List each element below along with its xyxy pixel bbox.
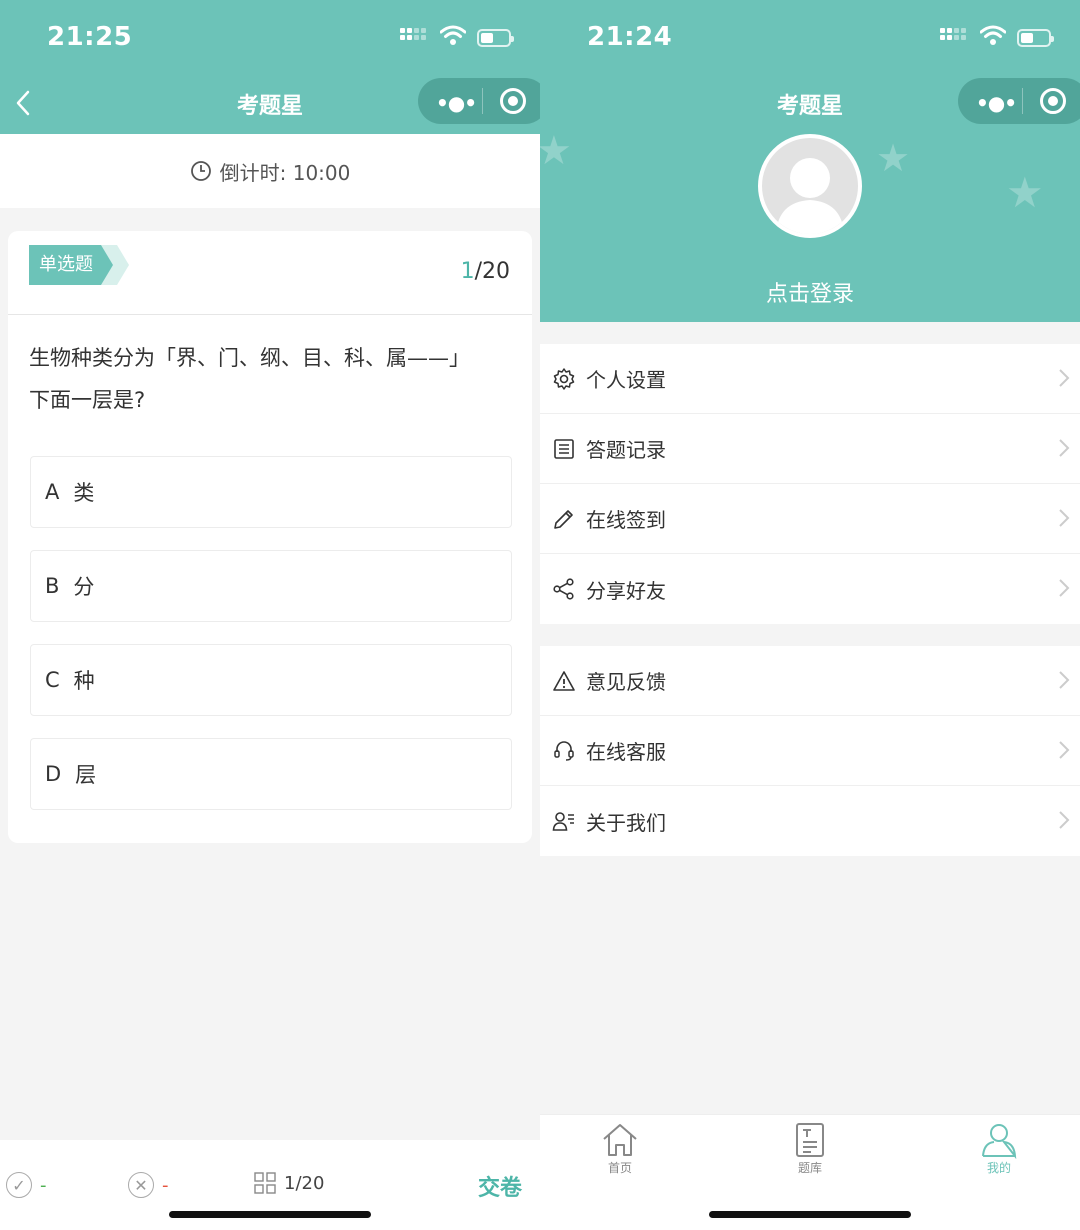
option-d[interactable]: D层 <box>30 738 512 810</box>
avatar-placeholder-icon <box>776 158 844 234</box>
profile-screen: 21:24 考题星 •●• ★ ★ ★ 点击登录 个人设置 答题记录 在线签到 … <box>540 0 1080 1230</box>
share-icon <box>553 578 574 600</box>
home-icon <box>603 1124 637 1156</box>
home-indicator <box>169 1211 371 1218</box>
wifi-icon <box>980 25 1006 45</box>
option-b[interactable]: B分 <box>30 550 512 622</box>
pencil-icon <box>554 509 573 529</box>
question-type-badge: 单选题 <box>29 245 113 285</box>
option-c[interactable]: C种 <box>30 644 512 716</box>
document-icon <box>796 1123 824 1157</box>
chevron-right-icon <box>1059 369 1070 387</box>
star-decoration-icon: ★ <box>1006 168 1044 217</box>
status-bar: 21:25 <box>0 0 540 78</box>
mini-program-capsule: •●• <box>958 78 1080 124</box>
battery-icon <box>1017 29 1054 47</box>
question-header: 单选题 1/20 <box>8 231 532 315</box>
nav-bar: 考题星 •●• <box>0 78 540 134</box>
check-circle-icon: ✓ <box>6 1172 32 1198</box>
nav-bar: 考题星 •●• <box>540 78 1080 134</box>
grid-icon <box>254 1172 276 1194</box>
menu-item-settings[interactable]: 个人设置 <box>540 344 1080 414</box>
menu-item-feedback[interactable]: 意见反馈 <box>540 646 1080 716</box>
user-info-icon <box>552 812 574 831</box>
question-text: 生物种类分为「界、门、纲、目、科、属——」下面一层是? <box>29 346 470 412</box>
close-target-icon[interactable] <box>1040 88 1066 114</box>
cellular-icon <box>940 28 966 40</box>
list-icon <box>554 438 574 459</box>
home-indicator <box>709 1211 911 1218</box>
battery-icon <box>477 29 514 47</box>
status-time: 21:25 <box>47 22 133 52</box>
submit-button[interactable]: 交卷 <box>478 1170 522 1202</box>
menu-group-2: 意见反馈 在线客服 关于我们 <box>540 646 1080 856</box>
countdown-bar: 倒计时: 10:00 <box>0 134 540 208</box>
chevron-right-icon <box>1059 671 1070 689</box>
status-bar: 21:24 <box>540 0 1080 78</box>
login-link[interactable]: 点击登录 <box>540 276 1080 308</box>
menu-item-share[interactable]: 分享好友 <box>540 554 1080 624</box>
exam-screen: 21:25 考题星 •●• 倒计时: 10:00 单选题 1/20 生物种类分为… <box>0 0 540 1230</box>
star-decoration-icon: ★ <box>876 136 911 180</box>
wrong-count: ✕ - <box>128 1172 169 1198</box>
correct-count: ✓ - <box>6 1172 47 1198</box>
tab-home[interactable]: 首页 <box>590 1121 650 1176</box>
more-icon[interactable]: •●• <box>436 91 477 115</box>
clock-icon <box>190 161 211 181</box>
answer-sheet-button[interactable]: 1/20 <box>254 1172 324 1194</box>
chevron-right-icon <box>1059 579 1070 597</box>
avatar[interactable] <box>758 134 862 238</box>
option-a[interactable]: A类 <box>30 456 512 528</box>
warning-icon <box>553 670 575 691</box>
star-decoration-icon: ★ <box>540 128 572 174</box>
x-circle-icon: ✕ <box>128 1172 154 1198</box>
menu-item-customer-service[interactable]: 在线客服 <box>540 716 1080 786</box>
mini-program-capsule: •●• <box>418 78 540 124</box>
headset-icon <box>554 740 574 761</box>
more-icon[interactable]: •●• <box>976 91 1017 115</box>
chevron-right-icon <box>1059 509 1070 527</box>
menu-group-1: 个人设置 答题记录 在线签到 分享好友 <box>540 344 1080 624</box>
tab-bar: 首页 题库 我的 <box>540 1114 1080 1230</box>
chevron-right-icon <box>1059 439 1070 457</box>
tab-mine[interactable]: 我的 <box>969 1121 1029 1176</box>
cellular-icon <box>400 28 426 40</box>
gear-icon <box>553 367 575 390</box>
wifi-icon <box>440 25 466 45</box>
chevron-right-icon <box>1059 741 1070 759</box>
close-target-icon[interactable] <box>500 88 526 114</box>
menu-item-about[interactable]: 关于我们 <box>540 786 1080 856</box>
menu-item-checkin[interactable]: 在线签到 <box>540 484 1080 554</box>
chevron-right-icon <box>1059 811 1070 829</box>
tab-question-bank[interactable]: 题库 <box>780 1121 840 1176</box>
menu-item-records[interactable]: 答题记录 <box>540 414 1080 484</box>
exam-bottom-bar: ✓ - ✕ - 1/20 交卷 <box>0 1140 540 1230</box>
question-number: 1/20 <box>460 259 510 284</box>
user-icon <box>982 1124 1017 1159</box>
profile-header: ★ ★ ★ 点击登录 <box>540 128 1080 322</box>
countdown-label: 倒计时: 10:00 <box>219 160 351 185</box>
question-card: 单选题 1/20 生物种类分为「界、门、纲、目、科、属——」下面一层是? A类 … <box>8 231 532 843</box>
status-time: 21:24 <box>587 22 673 52</box>
